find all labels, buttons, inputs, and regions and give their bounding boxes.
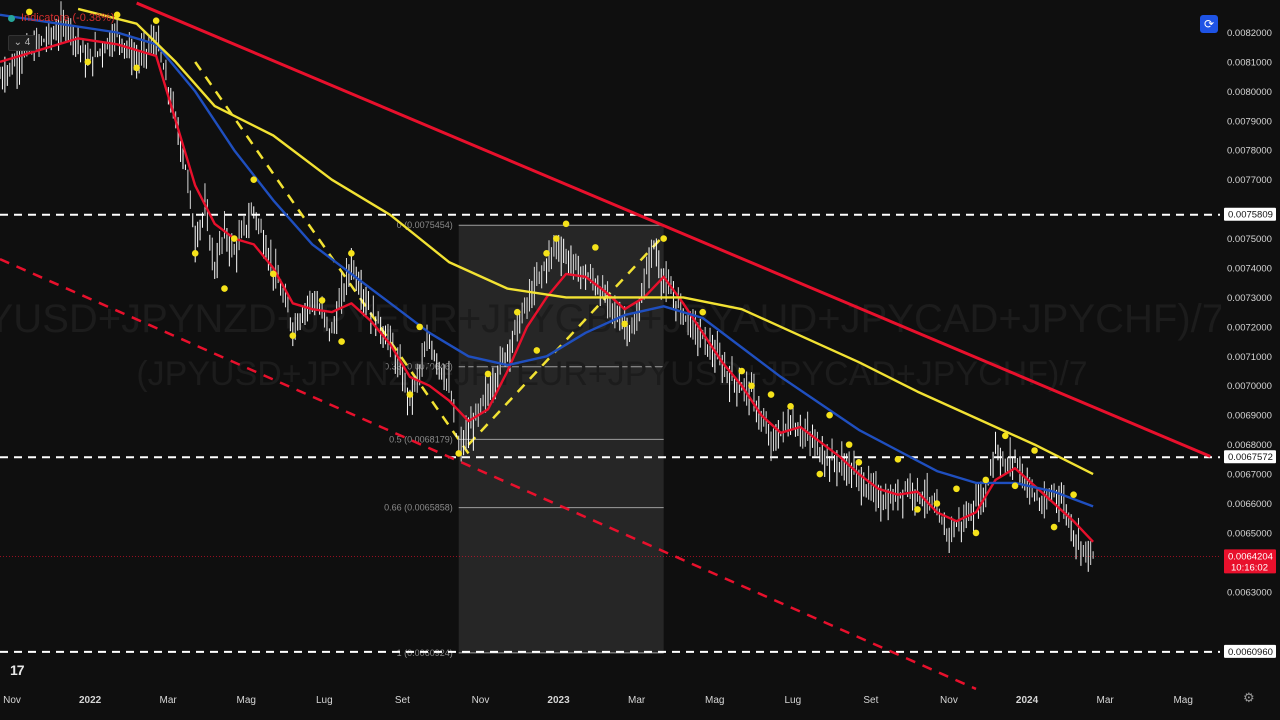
sync-icon[interactable]: ⟳	[1200, 15, 1218, 33]
settings-gear-icon[interactable]: ⚙	[1243, 691, 1255, 706]
watermark-line-1: (JPYUSD+JPYNZD+JPYEUR+JPYGBP+JPYAUD+JPYC…	[0, 297, 1280, 341]
indicator-legend[interactable]: Indicatore (-0.38%)	[21, 12, 115, 24]
y-tick-label: 0.0068000	[1227, 440, 1272, 451]
x-tick-label: Lug	[316, 695, 333, 706]
pivot-dot	[152, 17, 160, 25]
pivot-dot	[1050, 523, 1058, 531]
y-tick-label: 0.0069000	[1227, 411, 1272, 422]
pivot-dot	[953, 485, 960, 493]
pivot-dot	[1001, 432, 1009, 440]
x-tick-label: Mar	[1097, 695, 1115, 706]
x-tick-label: Mag	[237, 695, 256, 706]
pivot-dot	[416, 323, 423, 331]
x-tick-label: Lug	[784, 695, 801, 706]
x-tick-label: Mar	[628, 695, 646, 706]
pivot-dot	[318, 297, 326, 304]
y-tick-label: 0.0078000	[1227, 146, 1272, 157]
x-tick-label: Set	[395, 695, 410, 706]
pivot-dot	[562, 220, 570, 228]
y-tick-label: 0.0071000	[1227, 352, 1272, 363]
x-tick-label: Nov	[3, 695, 21, 706]
pivot-dot	[406, 391, 414, 398]
y-tick-label: 0.0065000	[1227, 528, 1272, 539]
watermark-line-2: (JPYUSD+JPYNZD+JPYEUR+JPYUSD+JPYCAD+JPYC…	[136, 355, 1087, 393]
pivot-dot	[484, 370, 492, 378]
fib-level-label: 0 (0.0075454)	[397, 220, 453, 230]
pivot-dot	[1011, 482, 1019, 490]
x-tick-label: Mag	[705, 695, 724, 706]
price-label-value: 0.0060960	[1228, 647, 1273, 658]
x-tick-label: 2022	[79, 695, 102, 706]
pivot-dot	[1031, 447, 1038, 454]
y-tick-label: 0.0072000	[1227, 322, 1272, 333]
pivot-dot	[348, 249, 355, 257]
x-tick-label: Set	[863, 695, 878, 706]
pivot-dot	[767, 391, 775, 398]
y-tick-label: 0.0073000	[1227, 293, 1272, 304]
x-tick-label: Mar	[160, 695, 178, 706]
x-tick-label: Mag	[1173, 695, 1192, 706]
fib-level-label: 1 (0.0060924)	[397, 648, 453, 658]
price-label-value: 0.0075809	[1228, 210, 1273, 221]
y-tick-label: 0.0079000	[1227, 116, 1272, 127]
x-tick-label: Nov	[940, 695, 958, 706]
x-tick-label: 2023	[547, 695, 570, 706]
y-tick-label: 0.0077000	[1227, 175, 1272, 186]
pivot-dot	[230, 235, 238, 242]
pivot-dot	[933, 500, 941, 507]
pivot-dot	[972, 529, 980, 537]
pivot-dot	[748, 382, 755, 390]
y-tick-label: 0.0066000	[1227, 499, 1272, 510]
y-tick-label: 0.0067000	[1227, 470, 1272, 481]
pivot-dot	[845, 441, 853, 448]
collapse-indicators-button[interactable]: ⌄ 4	[8, 35, 36, 51]
pivot-dot	[269, 270, 277, 278]
pivot-dot	[787, 403, 794, 410]
pivot-dot	[84, 58, 92, 66]
fib-level-label: 0.66 (0.0065858)	[384, 503, 453, 513]
y-tick-label: 0.0081000	[1227, 57, 1272, 68]
pivot-dot	[621, 320, 628, 328]
pivot-dot	[699, 308, 707, 316]
y-tick-label: 0.0080000	[1227, 87, 1272, 98]
pivot-dot	[982, 476, 990, 484]
y-tick-label: 0.0075000	[1227, 234, 1272, 245]
y-tick-label: 0.0070000	[1227, 381, 1272, 392]
pivot-dot	[250, 176, 258, 183]
pivot-dot	[592, 244, 599, 251]
pivot-dot	[553, 235, 560, 242]
tradingview-logo: 17	[10, 662, 25, 678]
price-chart[interactable]: 0 (0.0075454)0.33 (0.0070646)0.5 (0.0068…	[0, 0, 1280, 720]
pivot-dot	[455, 450, 463, 457]
x-tick-label: Nov	[472, 695, 490, 706]
y-tick-label: 0.0082000	[1227, 28, 1272, 39]
pivot-dot	[533, 347, 541, 354]
price-label-value: 0.0067572	[1228, 452, 1273, 463]
pivot-dot	[660, 235, 667, 242]
pivot-dot	[894, 456, 902, 463]
pivot-dot	[133, 64, 140, 72]
pivot-dot	[338, 338, 345, 345]
countdown-label: 10:16:02	[1231, 562, 1268, 573]
y-tick-label: 0.0074000	[1227, 263, 1272, 274]
price-label-value: 0.0064204	[1228, 551, 1273, 562]
pivot-dot	[1070, 491, 1077, 498]
pivot-dot	[221, 285, 228, 292]
pivot-dot	[543, 249, 550, 257]
y-tick-label: 0.0063000	[1227, 587, 1272, 598]
y-axis[interactable]: 0.0082000 0.0081000 0.0080000 0.0079000 0.00…	[1221, 0, 1280, 720]
pivot-dot	[289, 332, 297, 339]
market-status-icon	[8, 14, 15, 22]
pivot-dot	[513, 308, 521, 316]
legend[interactable]: Indicatore (-0.38%)	[8, 12, 115, 24]
x-tick-label: 2024	[1016, 695, 1039, 706]
pivot-dot	[816, 470, 824, 478]
pivot-dot	[738, 367, 746, 375]
pivot-dot	[191, 249, 199, 257]
pivot-dot	[113, 11, 121, 19]
pivot-dot	[826, 411, 833, 419]
pivot-dot	[855, 458, 863, 466]
pivot-dot	[914, 506, 921, 513]
